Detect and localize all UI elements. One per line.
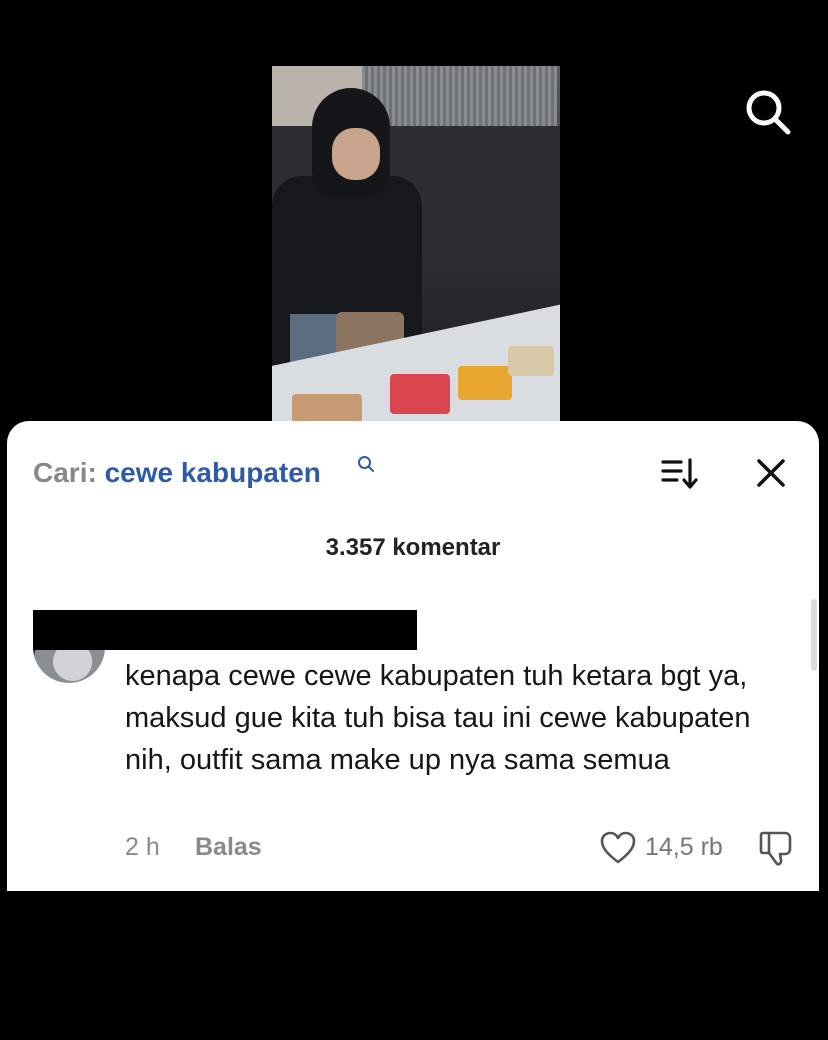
search-icon — [358, 456, 374, 472]
search-prefix: Cari: — [33, 457, 97, 488]
scrollbar[interactable] — [811, 599, 817, 671]
comment-count: 3.357 komentar — [325, 534, 501, 561]
comment-text: kenapa cewe cewe kabupaten tuh ketara bg… — [125, 660, 751, 776]
thumbs-down-icon[interactable] — [757, 829, 795, 867]
video-food-tray — [508, 346, 554, 376]
video-thumbnail[interactable] — [272, 66, 560, 424]
search-icon[interactable] — [744, 88, 792, 136]
search-suggestion[interactable]: Cari: cewe kabupaten — [33, 457, 321, 489]
search-query-link[interactable]: cewe kabupaten — [105, 457, 321, 488]
video-scene-shutter — [362, 66, 557, 126]
comments-panel: Cari: cewe kabupaten 3.357 komentar kena… — [7, 421, 819, 891]
comment-time: 2 h — [125, 833, 160, 861]
video-person-face — [332, 128, 380, 180]
close-icon[interactable] — [755, 457, 787, 489]
like-count: 14,5 rb — [645, 833, 723, 861]
sort-icon[interactable] — [661, 457, 699, 491]
video-food-tray — [390, 374, 450, 414]
redacted-username — [33, 610, 417, 650]
video-food-tray — [292, 394, 362, 424]
heart-icon[interactable] — [600, 831, 636, 865]
reply-button[interactable]: Balas — [195, 833, 262, 862]
video-food-tray — [458, 366, 512, 400]
